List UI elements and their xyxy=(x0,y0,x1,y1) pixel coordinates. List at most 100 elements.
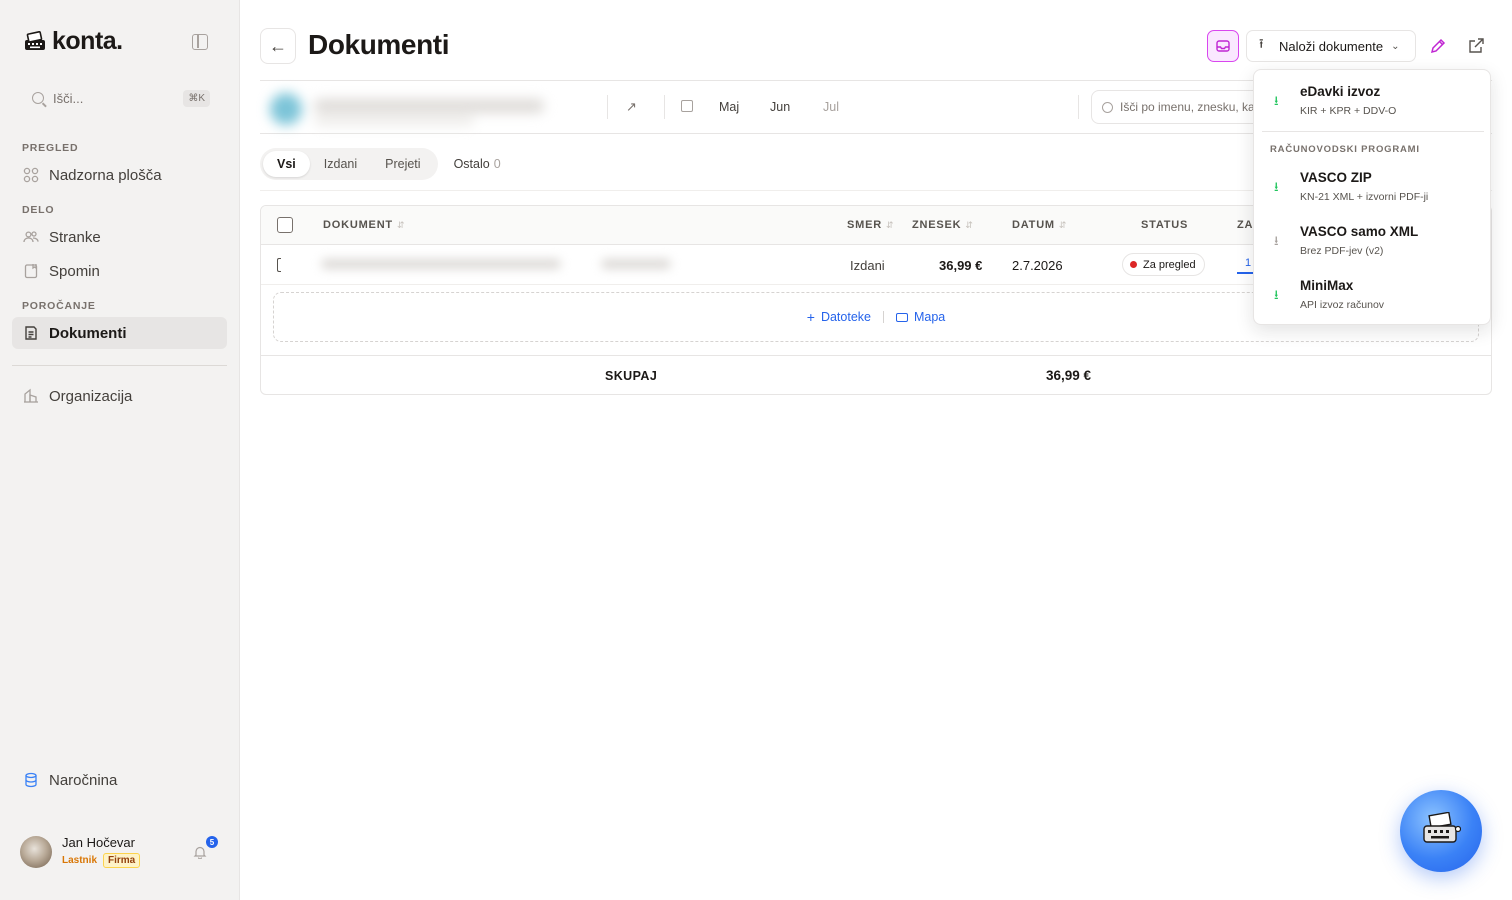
total-label: SKUPAJ xyxy=(605,369,658,383)
sidebar-search[interactable]: Išči... ⌘K xyxy=(22,86,210,110)
month-june[interactable]: Jun xyxy=(770,100,790,114)
row-direction: Izdani xyxy=(850,258,885,273)
month-july[interactable]: Jul xyxy=(823,100,839,114)
download-icon: ⭳ xyxy=(1274,233,1279,248)
sidebar-divider xyxy=(12,365,227,366)
page-title: Dokumenti xyxy=(308,29,450,60)
document-name-blurred[interactable] xyxy=(321,257,681,273)
inbox-button[interactable] xyxy=(1207,30,1239,62)
notification-badge: 5 xyxy=(206,836,218,848)
menu-item-subtitle: KN-21 XML + izvorni PDF-ji xyxy=(1300,191,1429,203)
calendar-icon[interactable] xyxy=(681,100,693,112)
user-profile[interactable]: Jan Hočevar Lastnik Firma xyxy=(20,835,141,868)
column-direction[interactable]: SMER ⇵ xyxy=(847,219,894,231)
divider xyxy=(882,311,884,323)
column-document[interactable]: DOKUMENT ⇵ xyxy=(323,219,405,231)
inbox-icon xyxy=(1216,40,1230,52)
tab-received[interactable]: Prejeti xyxy=(371,151,434,177)
menu-item-title: VASCO ZIP xyxy=(1300,170,1372,185)
user-plan-badge: Firma xyxy=(103,853,141,868)
external-link-icon[interactable]: ↗ xyxy=(626,99,637,115)
database-icon xyxy=(22,771,40,789)
menu-item-minimax[interactable]: ⭳ MiniMax API izvoz računov xyxy=(1262,272,1484,318)
sidebar: konta. Išči... ⌘K PREGLED Nadzorna plošč… xyxy=(0,0,240,900)
arrow-left-icon: ← xyxy=(269,35,287,56)
sidebar-item-label: Dokumenti xyxy=(49,324,127,342)
sidebar-item-clients[interactable]: Stranke xyxy=(12,221,227,253)
sidebar-item-documents[interactable]: Dokumenti xyxy=(12,317,227,349)
select-all-checkbox[interactable] xyxy=(277,217,293,233)
add-folder-button[interactable]: Mapa xyxy=(895,310,945,324)
status-badge[interactable]: Za pregled xyxy=(1122,253,1205,276)
tab-issued[interactable]: Izdani xyxy=(310,151,371,177)
search-icon xyxy=(32,92,44,104)
divider xyxy=(664,95,665,119)
chevron-down-icon: ⌄ xyxy=(1391,40,1400,52)
export-menu: ⭳ eDavki izvoz KIR + KPR + DDV-O RAČUNOV… xyxy=(1253,69,1491,325)
tab-other[interactable]: Ostalo 0 xyxy=(454,157,501,171)
sidebar-item-label: Spomin xyxy=(49,262,100,280)
back-button[interactable]: ← xyxy=(260,28,296,64)
column-extra[interactable]: ZA xyxy=(1237,219,1253,231)
menu-item-vasco-zip[interactable]: ⭳ VASCO ZIP KN-21 XML + izvorni PDF-ji xyxy=(1262,164,1484,210)
typewriter-logo-icon xyxy=(25,30,45,50)
menu-section-label: RAČUNOVODSKI PROGRAMI xyxy=(1270,144,1420,155)
sidebar-item-dashboard[interactable]: Nadzorna plošča xyxy=(12,159,227,191)
shortcut-badge: ⌘K xyxy=(183,89,210,107)
edit-icon[interactable] xyxy=(1428,36,1448,56)
upload-documents-button[interactable]: ⭱ Naloži dokumente ⌄ xyxy=(1246,30,1416,62)
sort-icon: ⇵ xyxy=(1058,220,1068,230)
download-icon: ⭳ xyxy=(1274,287,1279,302)
sidebar-item-organization[interactable]: Organizacija xyxy=(12,380,227,412)
document-search[interactable] xyxy=(1091,90,1261,124)
menu-item-subtitle: API izvoz računov xyxy=(1300,299,1385,311)
bell-icon[interactable] xyxy=(193,845,207,859)
add-files-button[interactable]: + Datoteke xyxy=(807,309,871,325)
sidebar-item-subscription[interactable]: Naročnina xyxy=(12,764,227,796)
document-icon xyxy=(22,324,40,342)
row-amount: 36,99 € xyxy=(939,258,983,273)
logo-text: konta. xyxy=(52,27,123,55)
logo[interactable]: konta. xyxy=(22,27,123,56)
building-icon xyxy=(22,387,40,405)
section-label-reporting: POROČANJE xyxy=(22,300,96,312)
section-label-work: DELO xyxy=(22,204,55,216)
user-name: Jan Hočevar xyxy=(62,835,135,850)
divider xyxy=(607,95,608,119)
row-date: 2.7.2026 xyxy=(1012,258,1063,273)
sidebar-item-label: Naročnina xyxy=(49,771,118,789)
share-icon[interactable] xyxy=(1466,36,1486,56)
status-dot xyxy=(1130,261,1137,268)
sort-icon: ⇵ xyxy=(965,220,974,230)
column-date[interactable]: DATUM ⇵ xyxy=(1012,219,1067,231)
typewriter-icon xyxy=(1423,812,1461,843)
section-label-overview: PREGLED xyxy=(22,142,79,154)
download-icon: ⭳ xyxy=(1274,93,1279,108)
menu-item-edavki[interactable]: ⭳ eDavki izvoz KIR + KPR + DDV-O xyxy=(1262,78,1484,124)
divider xyxy=(1262,131,1484,132)
document-tabs: Vsi Izdani Prejeti Ostalo 0 xyxy=(260,148,501,180)
sidebar-item-label: Stranke xyxy=(49,228,101,246)
upload-button-label: Naloži dokumente xyxy=(1279,38,1384,54)
table-footer: SKUPAJ 36,99 € xyxy=(261,355,1491,394)
column-amount[interactable]: ZNESEK ⇵ xyxy=(912,219,974,231)
sidebar-item-label: Nadzorna plošča xyxy=(49,166,162,184)
column-status[interactable]: STATUS xyxy=(1141,219,1188,231)
sidebar-search-placeholder: Išči... xyxy=(53,90,84,106)
direction-segmented-control: Vsi Izdani Prejeti xyxy=(260,148,438,180)
sidebar-item-memory[interactable]: Spomin xyxy=(12,255,227,287)
tab-all[interactable]: Vsi xyxy=(263,151,310,177)
row-checkbox[interactable] xyxy=(277,258,281,272)
assistant-button[interactable] xyxy=(1400,790,1482,872)
tab-other-count: 0 xyxy=(493,157,501,171)
row-extra-value[interactable]: 1 xyxy=(1236,257,1258,274)
sort-icon: ⇵ xyxy=(396,220,406,230)
month-may[interactable]: Maj xyxy=(719,100,739,114)
menu-item-title: VASCO samo XML xyxy=(1300,224,1419,239)
divider xyxy=(1078,95,1079,119)
memory-icon xyxy=(22,262,40,280)
organization-selector-blurred[interactable] xyxy=(266,89,550,129)
menu-item-vasco-xml[interactable]: ⭳ VASCO samo XML Brez PDF-jev (v2) xyxy=(1262,218,1484,264)
sidebar-toggle-icon[interactable] xyxy=(192,34,208,50)
document-search-input[interactable] xyxy=(1120,100,1260,114)
